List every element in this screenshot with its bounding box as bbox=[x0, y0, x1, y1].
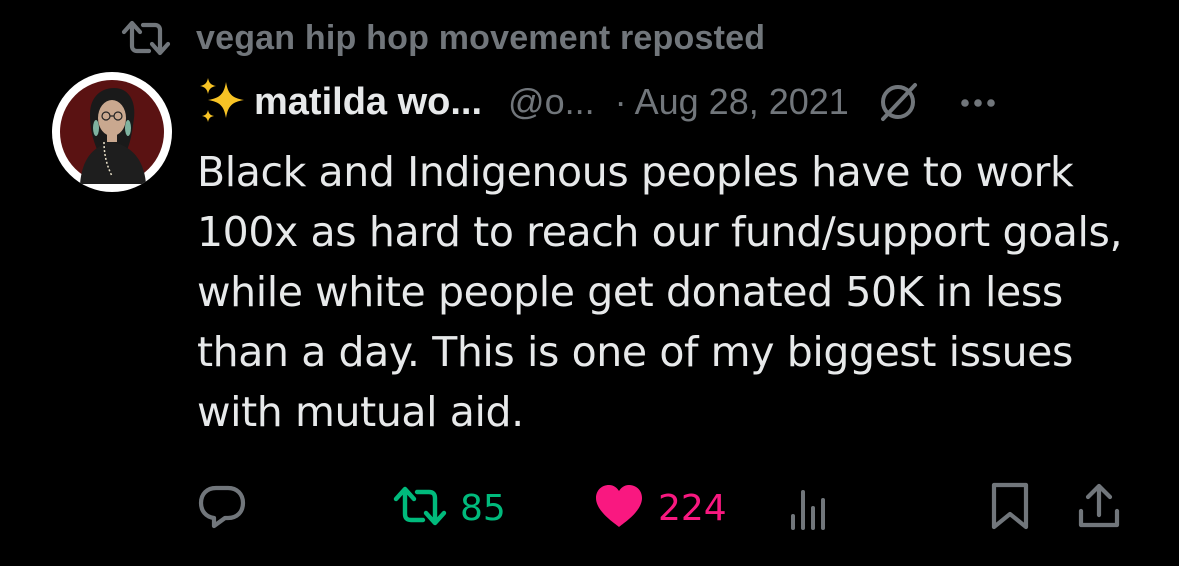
repost-label[interactable]: vegan hip hop movement reposted bbox=[196, 19, 765, 58]
like-count: 224 bbox=[658, 487, 727, 529]
user-handle[interactable]: @o... bbox=[508, 81, 595, 123]
bookmark-button[interactable] bbox=[988, 480, 1032, 536]
repost-header[interactable]: vegan hip hop movement reposted bbox=[120, 14, 765, 62]
views-button[interactable] bbox=[788, 480, 832, 536]
sparkles-icon bbox=[196, 76, 252, 128]
display-name[interactable]: matilda wo... bbox=[254, 81, 482, 124]
repost-icon bbox=[120, 18, 172, 58]
avatar[interactable] bbox=[52, 72, 172, 192]
action-bar: 85 224 bbox=[0, 480, 1179, 536]
tweet-date[interactable]: Aug 28, 2021 bbox=[635, 81, 849, 123]
tweet-header: matilda wo... @o... · Aug 28, 2021 bbox=[196, 74, 1003, 130]
more-icon[interactable] bbox=[953, 77, 1003, 127]
reply-button[interactable] bbox=[196, 480, 248, 536]
retweet-count: 85 bbox=[460, 487, 506, 529]
share-icon bbox=[1076, 481, 1122, 536]
retweet-icon bbox=[392, 484, 448, 533]
edited-icon[interactable] bbox=[873, 77, 923, 127]
tweet-text: Black and Indigenous peoples have to wor… bbox=[197, 148, 1123, 436]
views-icon bbox=[788, 482, 832, 535]
heart-icon bbox=[592, 482, 646, 535]
retweet-button[interactable]: 85 bbox=[392, 480, 506, 536]
separator-dot: · bbox=[614, 81, 627, 122]
reply-icon bbox=[196, 482, 248, 535]
like-button[interactable]: 224 bbox=[592, 480, 727, 536]
share-button[interactable] bbox=[1076, 480, 1122, 536]
bookmark-icon bbox=[988, 481, 1032, 536]
